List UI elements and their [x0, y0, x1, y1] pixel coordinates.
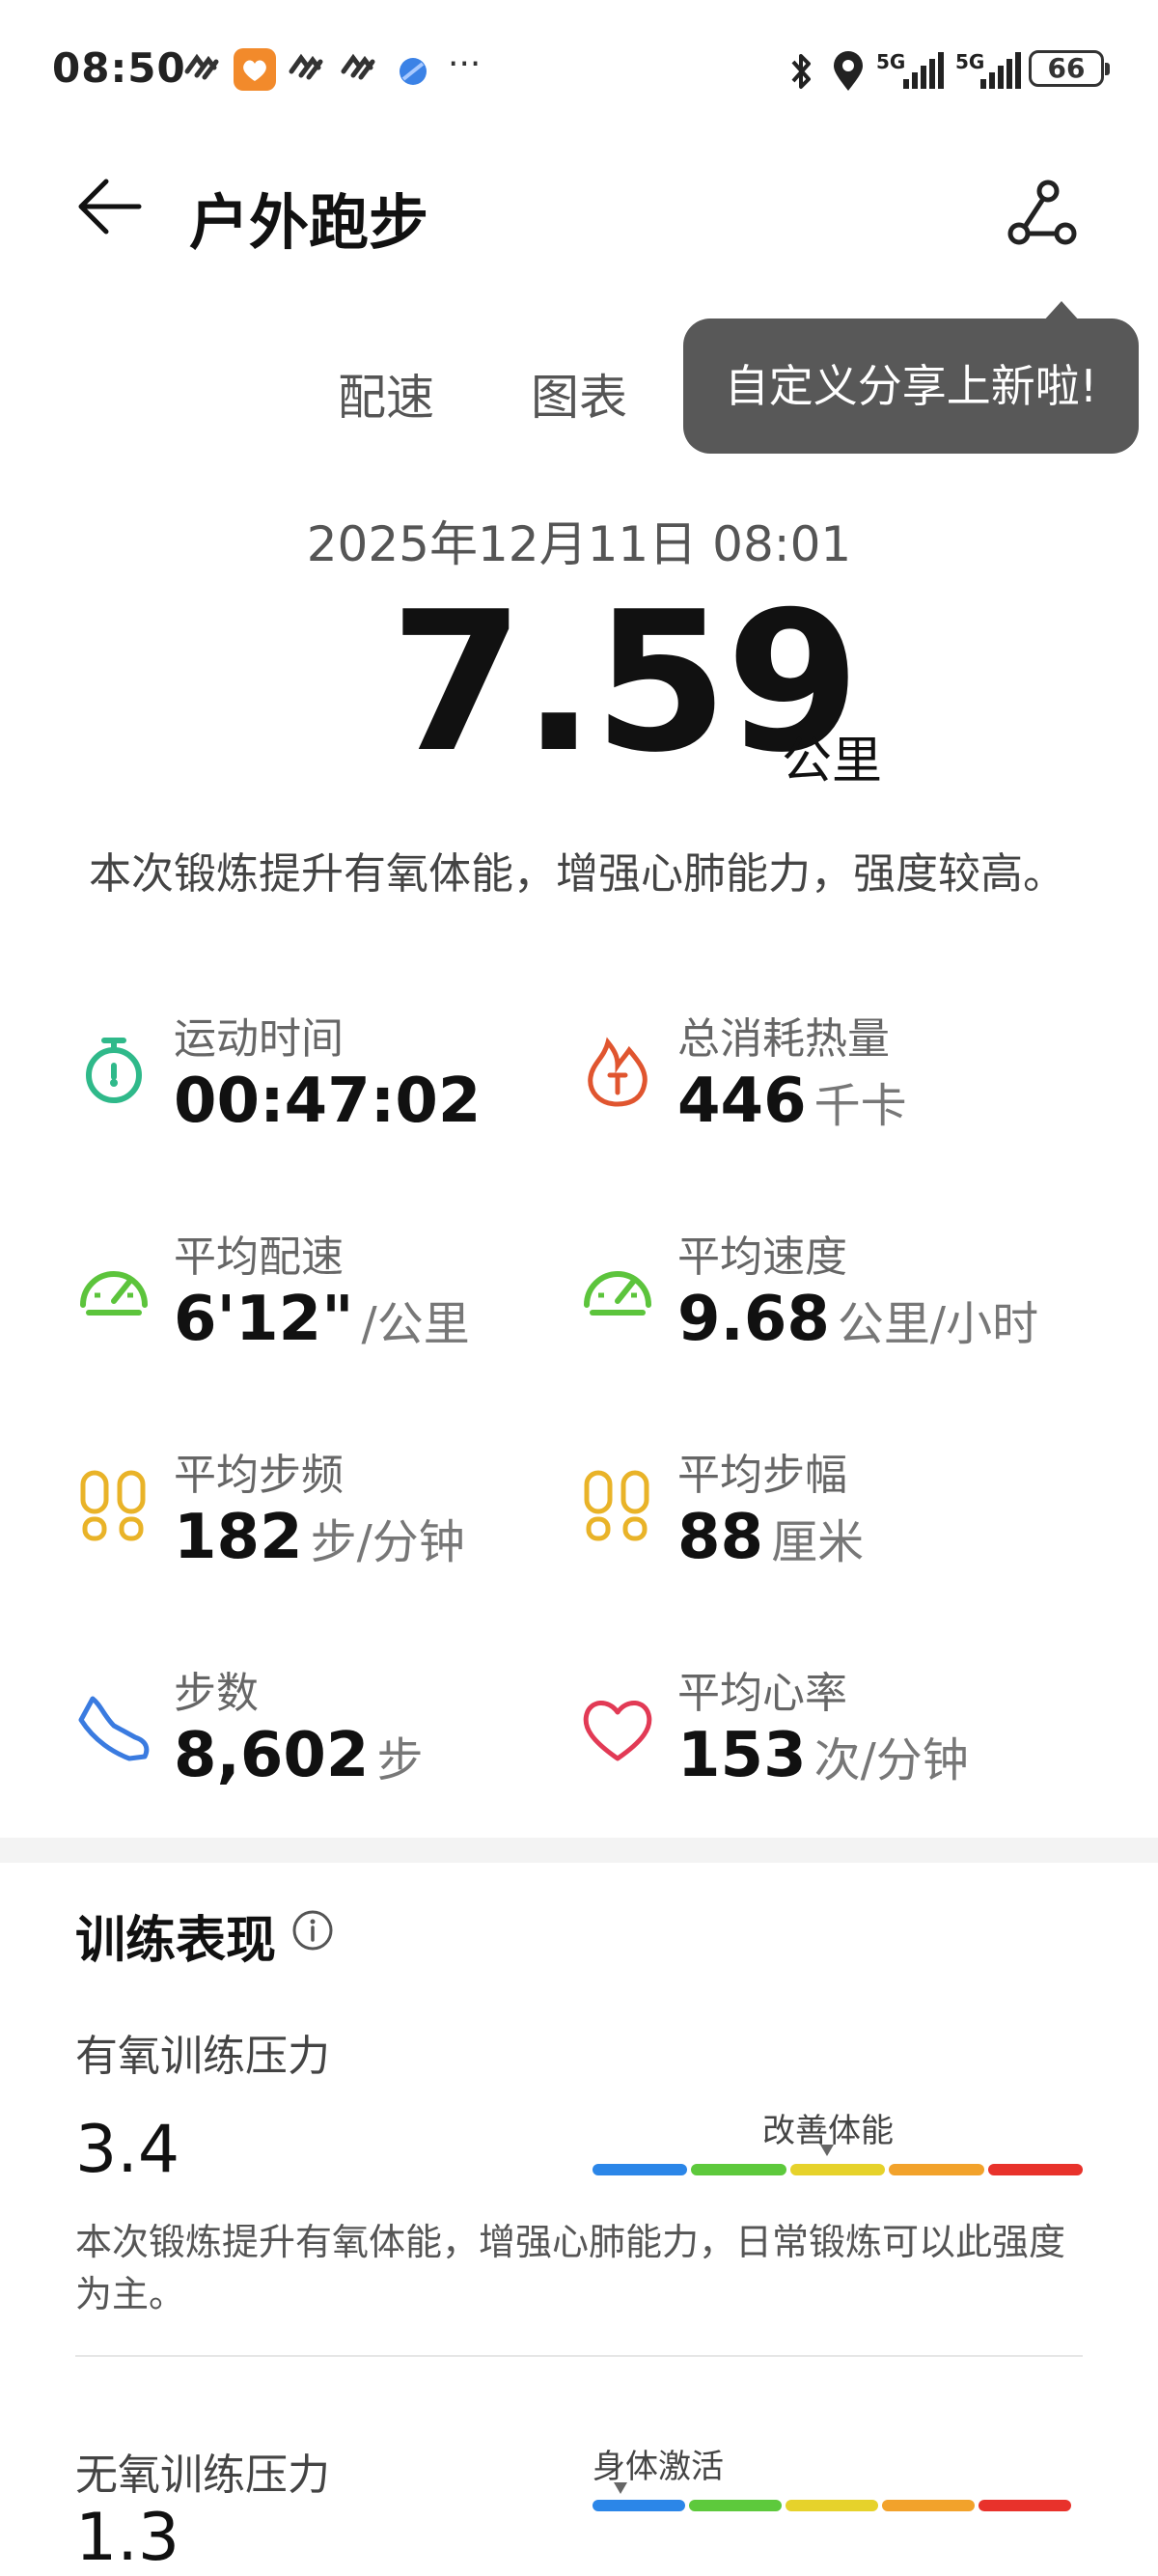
aerobic-level-pointer: [820, 2145, 834, 2156]
stat-label-steps: 步数: [174, 1669, 259, 1718]
network-type-1: 5G: [876, 50, 906, 73]
workout-datetime: 2025年12月11日 08:01: [306, 516, 852, 572]
stat-value-duration: 00:47:02: [174, 1066, 482, 1137]
divider: [75, 2355, 1083, 2357]
status-time: 08:50: [52, 44, 186, 92]
bluetooth-icon: [791, 54, 811, 89]
distance-unit: 公里: [782, 733, 883, 790]
aerobic-load-description: 本次锻炼提升有氧体能，增强心肺能力，日常锻炼可以此强度为主。: [75, 2221, 1066, 2315]
scale-segment-red: [987, 2164, 1084, 2175]
stat-label-calories: 总消耗热量: [677, 1014, 890, 1064]
footprints-icon: [584, 1470, 649, 1541]
shoe-icon: [78, 1696, 150, 1761]
stopwatch-icon: [86, 1038, 142, 1103]
pace-gauge-icon: [80, 1271, 148, 1316]
share-icon[interactable]: [1004, 178, 1081, 249]
calorie-flame-icon: [588, 1037, 648, 1107]
browser-app-icon: [400, 58, 427, 85]
health-app-icon: [234, 48, 276, 91]
stat-label-heart-rate: 平均心率: [677, 1669, 847, 1718]
stat-label-stride: 平均步幅: [677, 1451, 847, 1500]
back-arrow-icon[interactable]: [73, 176, 143, 237]
scale-segment-green: [689, 2500, 782, 2511]
scale-segment-blue: [593, 2164, 688, 2175]
stat-value-calories: 446 千卡: [677, 1066, 907, 1137]
scale-segment-red: [979, 2500, 1071, 2511]
speed-gauge-icon: [584, 1271, 651, 1316]
aerobic-load-label: 有氧训练压力: [75, 2032, 330, 2081]
stat-label-avg-speed: 平均速度: [677, 1233, 847, 1282]
stat-value-heart-rate: 153 次/分钟: [677, 1720, 969, 1791]
app-notification-icon: [289, 53, 323, 80]
section-separator: [0, 1838, 1158, 1863]
tab-chart[interactable]: 图表: [531, 359, 627, 429]
scale-segment-yellow: [786, 2500, 878, 2511]
anaerobic-load-value: 1.3: [75, 2500, 180, 2576]
signal-strength-icon: [980, 52, 1021, 89]
stat-label-cadence: 平均步频: [174, 1451, 344, 1500]
page-title: 户外跑步: [189, 187, 429, 258]
heart-icon: [583, 1701, 652, 1761]
signal-strength-icon: [903, 52, 944, 89]
more-notifications-icon: ···: [448, 44, 482, 84]
anaerobic-level-label: 身体激活: [593, 2448, 724, 2486]
stat-value-cadence: 182 步/分钟: [174, 1502, 465, 1573]
app-notification-icon: [184, 53, 219, 80]
battery-indicator: 66: [1029, 50, 1110, 87]
app-notification-icon: [341, 53, 375, 80]
stat-value-stride: 88 厘米: [677, 1502, 865, 1573]
info-icon[interactable]: [291, 1909, 334, 1952]
stat-value-avg-speed: 9.68 公里/小时: [677, 1284, 1039, 1355]
share-tooltip[interactable]: 自定义分享上新啦!: [683, 319, 1139, 454]
aerobic-load-value: 3.4: [75, 2112, 180, 2188]
footprints-icon: [80, 1470, 146, 1541]
scale-segment-blue: [593, 2500, 685, 2511]
anaerobic-load-label: 无氧训练压力: [75, 2451, 330, 2500]
anaerobic-level-pointer: [614, 2482, 627, 2494]
stat-value-avg-pace: 6'12"/公里: [174, 1284, 470, 1355]
stat-label-duration: 运动时间: [174, 1014, 344, 1064]
scale-segment-green: [691, 2164, 786, 2175]
training-section-title: 训练表现: [75, 1912, 277, 1970]
workout-summary-text: 本次锻炼提升有氧体能，增强心肺能力，强度较高。: [89, 849, 1065, 899]
stat-label-avg-pace: 平均配速: [174, 1233, 344, 1282]
aerobic-load-scale: [593, 2164, 1084, 2175]
stat-value-steps: 8,602 步: [174, 1720, 424, 1791]
scale-segment-yellow: [789, 2164, 886, 2175]
location-icon: [834, 51, 863, 91]
scale-segment-orange: [889, 2164, 984, 2175]
anaerobic-load-scale: [593, 2500, 1071, 2511]
scale-segment-orange: [882, 2500, 975, 2511]
tab-pace[interactable]: 配速: [338, 359, 434, 429]
